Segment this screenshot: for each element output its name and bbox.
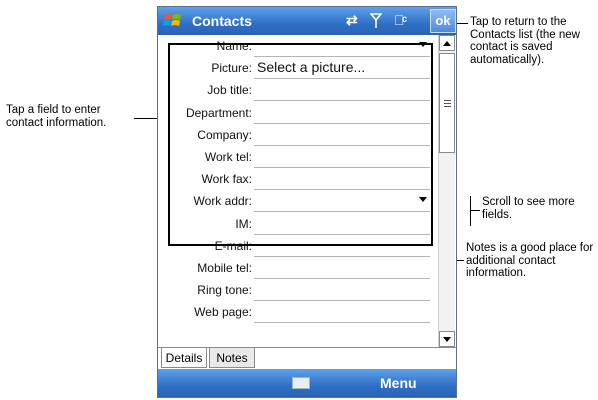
dropdown-arrow-icon[interactable] [419,42,427,47]
field-label: Work fax: [201,172,252,187]
field-underline [254,278,430,279]
field-underline [254,144,430,146]
callout-ok: Tap to return to the Contacts list (the … [470,16,580,66]
field-label: Name: [216,39,252,53]
field-underline [254,211,430,213]
form-row[interactable]: Company: [158,125,438,147]
field-value[interactable]: Select a picture... [257,59,365,75]
form-row[interactable]: Job title: [158,80,438,102]
form-row[interactable]: Ring tone: [158,280,438,302]
keyboard-icon[interactable] [292,377,310,389]
field-label: Picture: [211,61,252,76]
dropdown-arrow-icon[interactable] [419,197,427,203]
scrollbar[interactable] [438,35,455,347]
callout-notes: Notes is a good place for additional con… [466,242,594,279]
field-underline [254,100,430,102]
form-row[interactable]: Web page: [158,302,438,324]
field-underline [254,322,430,324]
device-screen: Contacts ⇄ ◀ͨ ok Name: Picture: Select a p… [157,6,457,398]
field-underline [254,300,430,302]
field-underline [254,56,430,57]
form-row[interactable]: E-mail: [158,236,438,258]
speaker-icon[interactable]: ◀ͨ [394,12,405,28]
field-underline [254,189,430,191]
field-label: Department: [185,105,252,120]
field-label: Company: [197,127,252,142]
app-title: Contacts [192,13,252,29]
field-underline [254,122,430,124]
field-label: Ring tone: [197,283,252,298]
menu-button[interactable]: Menu [380,375,417,391]
field-label: Mobile tel: [197,261,252,275]
field-label: Work tel: [204,150,252,164]
field-label: E-mail: [214,238,252,253]
form-row[interactable]: IM: [158,214,438,236]
windows-flag-icon[interactable] [162,10,184,32]
contact-form: Name: Picture: Select a picture... Job titl… [158,35,438,347]
tab-notes[interactable]: Notes [209,348,255,368]
tab-details[interactable]: Details [161,348,207,368]
form-row[interactable]: Name: [158,36,438,58]
menu-bar: Menu [158,369,456,397]
callout-scroll-line [470,210,480,211]
field-label: Web page: [194,305,252,320]
field-label: Job title: [207,83,252,98]
field-label: Work addr: [193,194,252,209]
signal-icon[interactable] [370,13,382,29]
callout-scroll: Scroll to see more fields. [482,196,575,221]
ok-button[interactable]: ok [430,9,456,33]
form-row[interactable]: Work addr: [158,191,438,213]
connectivity-icon[interactable]: ⇄ [346,12,358,29]
scroll-thumb[interactable] [439,53,455,153]
form-row[interactable]: Work tel: [158,147,438,169]
form-row[interactable]: Department: [158,103,438,125]
callout-field: Tap a field to enter contact information… [6,104,107,129]
field-underline [254,233,430,235]
scroll-down-button[interactable] [439,331,455,347]
form-row[interactable]: Picture: Select a picture... [158,58,438,80]
field-underline [254,167,430,168]
form-row[interactable]: Mobile tel: [158,258,438,280]
tab-strip: Details Notes [158,347,456,370]
field-underline [254,78,430,80]
callout-scroll-bar [470,196,471,226]
field-underline [254,255,430,257]
title-bar: Contacts ⇄ ◀ͨ ok [158,7,456,35]
field-label: IM: [235,216,252,231]
form-row[interactable]: Work fax: [158,169,438,191]
scroll-up-button[interactable] [439,35,455,51]
